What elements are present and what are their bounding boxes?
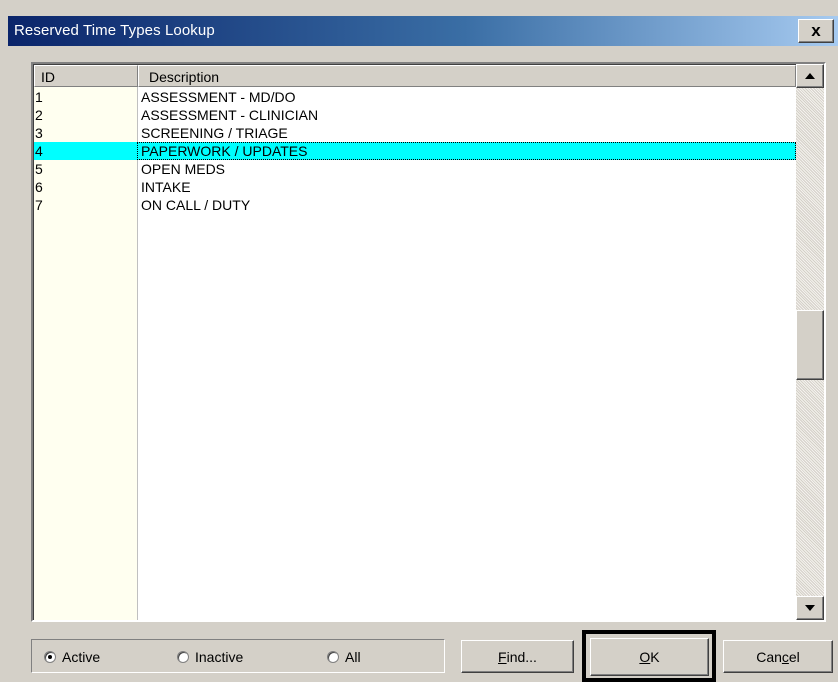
scroll-down-button[interactable] — [796, 596, 824, 620]
row-id: 1 — [35, 89, 43, 105]
row-description: ASSESSMENT - MD/DO — [141, 89, 296, 105]
close-button[interactable]: x — [798, 19, 834, 43]
row-id: 5 — [35, 161, 43, 177]
row-description: PAPERWORK / UPDATES — [141, 143, 308, 159]
list-row[interactable]: 5 OPEN MEDS — [34, 160, 796, 178]
find-button[interactable]: Find... — [461, 640, 574, 673]
down-arrow-icon — [805, 605, 815, 611]
row-description: SCREENING / TRIAGE — [141, 125, 288, 141]
radio-all-label: All — [345, 649, 361, 665]
radio-all[interactable]: All — [327, 649, 361, 665]
list-row[interactable]: 3 SCREENING / TRIAGE — [34, 124, 796, 142]
vertical-scrollbar[interactable] — [796, 64, 824, 620]
ok-label: K — [650, 649, 660, 665]
row-id: 4 — [35, 143, 43, 159]
column-header-description[interactable]: Description — [138, 65, 796, 87]
close-icon: x — [811, 21, 821, 40]
cancel-button[interactable]: Can c el — [723, 640, 833, 673]
row-description: ASSESSMENT - CLINICIAN — [141, 107, 319, 123]
list-viewport: ID Description 1 ASSESSMENT - MD/DO 2 ASSES… — [33, 64, 796, 620]
find-mnemonic: F — [498, 648, 507, 665]
status-filter-group: Active Inactive All — [31, 639, 445, 673]
dialog-window: Reserved Time Types Lookup x ID Descript… — [0, 0, 838, 682]
lookup-list[interactable]: ID Description 1 ASSESSMENT - MD/DO 2 ASSES… — [31, 62, 826, 622]
list-row[interactable]: 4 PAPERWORK / UPDATES — [34, 142, 796, 160]
list-row[interactable]: 2 ASSESSMENT - CLINICIAN — [34, 106, 796, 124]
ok-button[interactable]: OK — [590, 638, 709, 676]
radio-inactive[interactable]: Inactive — [177, 649, 243, 665]
list-row[interactable]: 7 ON CALL / DUTY — [34, 196, 796, 214]
radio-dot-icon — [177, 651, 189, 663]
column-header-id[interactable]: ID — [34, 65, 138, 87]
window-title: Reserved Time Types Lookup — [14, 22, 215, 39]
radio-active-label: Active — [62, 649, 101, 665]
radio-dot-icon — [327, 651, 339, 663]
row-id: 6 — [35, 179, 43, 195]
row-id: 7 — [35, 197, 43, 213]
radio-dot-icon — [44, 651, 56, 663]
list-rows: 1 ASSESSMENT - MD/DO 2 ASSESSMENT - CLINICI… — [34, 88, 796, 214]
cancel-label-prefix: Can — [756, 648, 782, 665]
list-row[interactable]: 6 INTAKE — [34, 178, 796, 196]
find-label: ind... — [506, 648, 537, 665]
row-description: ON CALL / DUTY — [141, 197, 251, 213]
scroll-up-button[interactable] — [796, 64, 824, 88]
row-id: 2 — [35, 107, 43, 123]
row-id: 3 — [35, 125, 43, 141]
row-description: OPEN MEDS — [141, 161, 226, 177]
cancel-mnemonic: c — [781, 648, 789, 665]
radio-active[interactable]: Active — [44, 649, 100, 665]
scrollbar-thumb[interactable] — [796, 310, 824, 380]
cancel-label-suffix: el — [788, 648, 800, 665]
ok-mnemonic: O — [639, 649, 651, 665]
title-bar[interactable]: Reserved Time Types Lookup x — [8, 16, 838, 46]
list-row[interactable]: 1 ASSESSMENT - MD/DO — [34, 88, 796, 106]
row-description: INTAKE — [141, 179, 191, 195]
up-arrow-icon — [805, 73, 815, 79]
radio-inactive-label: Inactive — [195, 649, 244, 665]
